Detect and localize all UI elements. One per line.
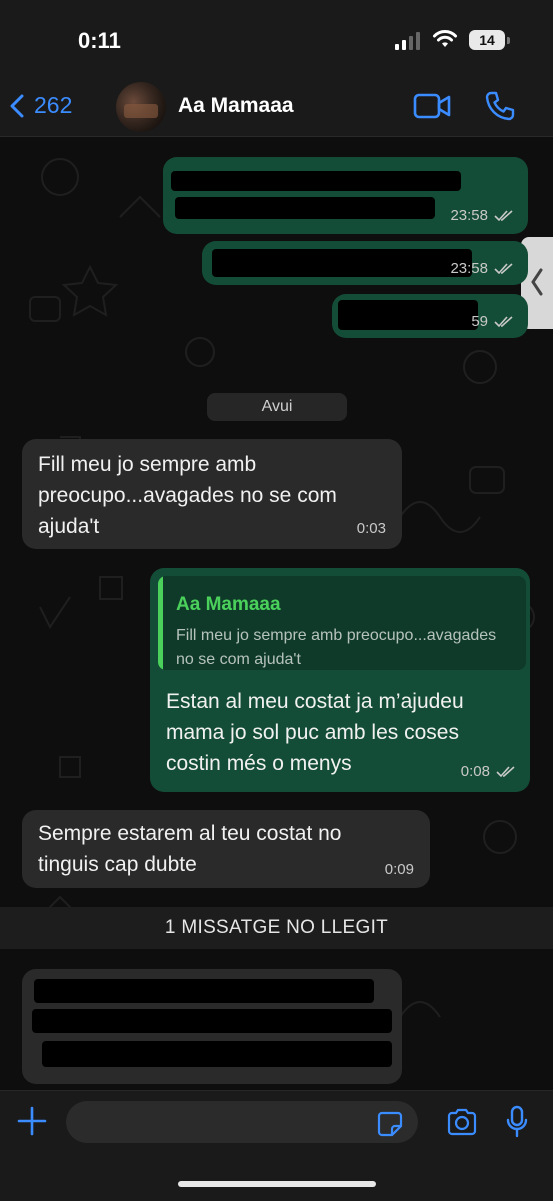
message-text: Sempre estarem al teu costat no tinguis … [38,822,342,876]
microphone-icon[interactable] [505,1105,529,1139]
redaction-mark [171,171,461,191]
message-meta: 23:58 [450,260,514,277]
chat-area[interactable]: 23:58 23:58 59 Avui Fill meu jo sempre a… [0,137,553,1090]
double-check-icon [494,315,513,327]
message-time: 0:03 [356,520,386,537]
battery-indicator: 14 [469,30,510,50]
video-call-icon[interactable] [413,92,451,120]
home-indicator [178,1181,376,1187]
back-count: 262 [34,92,73,118]
redaction-mark [42,1041,392,1067]
redacted-message[interactable]: 23:58 [202,241,528,285]
chevron-left-icon [10,94,24,117]
redaction-mark [338,300,478,330]
message-meta: 59 [471,313,514,330]
quote-text: Fill meu jo sempre amb preocupo...avagad… [176,627,497,668]
unread-banner: 1 MISSATGE NO LLEGIT [0,907,553,949]
message-text: Fill meu jo sempre amb preocupo...avagad… [38,453,337,538]
date-separator: Avui [207,393,347,421]
message-input[interactable] [66,1101,418,1143]
redacted-message[interactable]: 59 [332,294,528,338]
back-button[interactable]: 262 [10,92,72,119]
message-time: 0:08 [460,763,490,780]
message-meta: 23:58 [450,207,514,224]
double-check-icon [494,209,513,221]
message-meta: 0:09 [385,861,414,878]
redaction-mark [34,979,374,1003]
message-time: 0:09 [384,861,414,878]
plus-icon[interactable] [16,1105,48,1137]
redaction-mark [175,197,435,219]
chevron-left-icon [531,268,543,296]
message-meta: 0:03 [357,520,386,537]
redacted-message[interactable]: 23:58 [163,157,528,234]
redaction-mark [212,249,472,277]
quote-accent-bar [158,576,163,670]
contact-name[interactable]: Aa Mamaaa [178,94,294,118]
double-check-icon [494,262,513,274]
cellular-signal-icon [395,32,423,50]
message-time: 23:58 [450,207,488,224]
sticker-icon[interactable] [377,1111,403,1137]
quote-author: Aa Mamaaa [176,594,281,615]
camera-icon[interactable] [446,1108,478,1136]
redaction-mark [32,1009,392,1033]
double-check-icon [496,765,515,777]
chat-header: 262 Aa Mamaaa [0,80,553,137]
wifi-icon [433,30,457,47]
redacted-message[interactable] [22,969,402,1084]
message-time: 23:58 [450,260,488,277]
incoming-message[interactable]: Sempre estarem al teu costat no tinguis … [22,810,430,888]
phone-call-icon[interactable] [484,90,516,122]
status-time: 0:11 [78,28,121,53]
avatar[interactable] [116,82,166,132]
incoming-message[interactable]: Fill meu jo sempre amb preocupo...avagad… [22,439,402,549]
quoted-message[interactable]: Aa Mamaaa Fill meu jo sempre amb preocup… [158,576,526,670]
outgoing-message[interactable]: Aa Mamaaa Fill meu jo sempre amb preocup… [150,568,530,792]
message-meta: 0:08 [461,763,516,780]
status-bar: 0:11 14 [0,0,553,80]
message-time: 59 [471,313,488,330]
